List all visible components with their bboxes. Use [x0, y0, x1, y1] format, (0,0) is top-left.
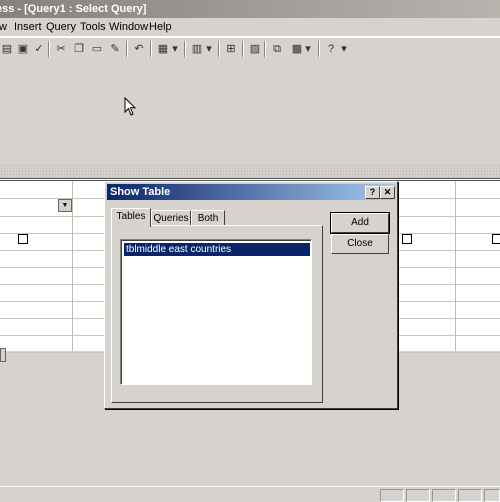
dialog-title-bar[interactable]: Show Table ? ✕: [107, 184, 395, 200]
list-item-selected[interactable]: tblmiddle east countries: [124, 243, 310, 256]
show-checkbox[interactable]: [402, 234, 412, 244]
app-title-bar: ess - [Query1 : Select Query]: [0, 0, 500, 18]
chevron-down-icon[interactable]: ▼: [58, 199, 72, 212]
query-type-icon[interactable]: ▦: [154, 40, 172, 58]
show-checkbox[interactable]: [18, 234, 28, 244]
status-bar: [0, 486, 500, 502]
copy-icon[interactable]: ❐: [70, 40, 88, 58]
menu-window[interactable]: Window: [109, 21, 148, 33]
mouse-cursor-icon: [124, 97, 137, 116]
grid-column-divider: [455, 181, 456, 351]
show-checkbox[interactable]: [492, 234, 500, 244]
run-icon[interactable]: ▥: [188, 40, 206, 58]
undo-icon[interactable]: ↶: [130, 40, 148, 58]
grid-column-divider: [72, 181, 73, 351]
menu-help[interactable]: Help: [149, 21, 172, 33]
menu-view[interactable]: w: [0, 21, 7, 33]
show-table-dialog: Show Table ? ✕ Tables Queries Both tblmi…: [104, 181, 398, 409]
build-icon[interactable]: ⧉: [268, 40, 286, 58]
chevron-down-icon[interactable]: ▾: [340, 40, 348, 58]
tab-tables[interactable]: Tables: [111, 208, 151, 227]
add-button[interactable]: Add: [330, 212, 390, 234]
close-icon[interactable]: ✕: [380, 186, 395, 199]
dialog-title: Show Table: [110, 186, 171, 198]
help-icon[interactable]: ?: [322, 40, 340, 58]
spelling-icon[interactable]: ✓: [30, 40, 48, 58]
chevron-down-icon[interactable]: ▾: [205, 40, 213, 58]
close-button[interactable]: Close: [331, 234, 389, 254]
table-list[interactable]: tblmiddle east countries: [120, 239, 312, 385]
pane-splitter[interactable]: [0, 164, 500, 178]
chevron-down-icon[interactable]: ▾: [304, 40, 312, 58]
tables-tab-panel: tblmiddle east countries: [111, 225, 323, 403]
cut-icon[interactable]: ✂: [52, 40, 70, 58]
menu-query[interactable]: Query: [46, 21, 76, 33]
format-painter-icon[interactable]: ✎: [106, 40, 124, 58]
properties-icon[interactable]: ▧: [246, 40, 264, 58]
chevron-down-icon[interactable]: ▾: [171, 40, 179, 58]
show-table-icon[interactable]: ⊞: [222, 40, 240, 58]
help-icon[interactable]: ?: [365, 186, 380, 199]
menu-tools[interactable]: Tools: [80, 21, 106, 33]
tab-queries[interactable]: Queries: [151, 210, 191, 226]
table-pane[interactable]: [0, 62, 500, 164]
app-title: ess - [Query1 : Select Query]: [0, 3, 147, 15]
horizontal-scrollbar[interactable]: [0, 348, 6, 362]
menu-bar: w Insert Query Tools Window Help: [0, 18, 500, 37]
paste-icon[interactable]: ▭: [88, 40, 106, 58]
toolbar: ▤ ▣ ✓ ✂ ❐ ▭ ✎ ↶ ▦ ▾ ▥ ▾ ⊞ ▧ ⧉ ▩ ▾ ? ▾: [0, 37, 500, 63]
tab-both[interactable]: Both: [191, 210, 225, 226]
menu-insert[interactable]: Insert: [14, 21, 42, 33]
